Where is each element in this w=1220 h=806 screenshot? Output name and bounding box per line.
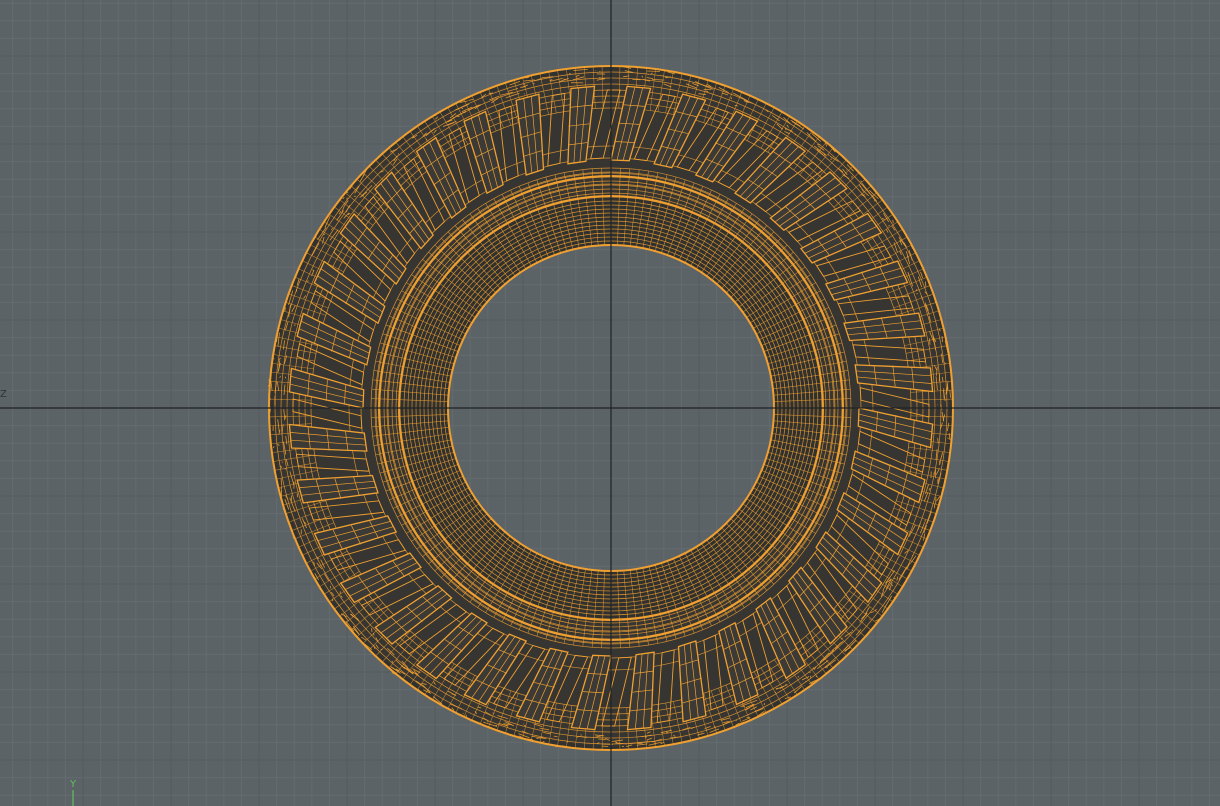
3d-viewport[interactable]: Z Y (0, 0, 1220, 806)
viewport-canvas[interactable] (0, 0, 1220, 806)
y-axis-label: Y (70, 779, 77, 790)
z-axis-label: Z (0, 389, 7, 400)
